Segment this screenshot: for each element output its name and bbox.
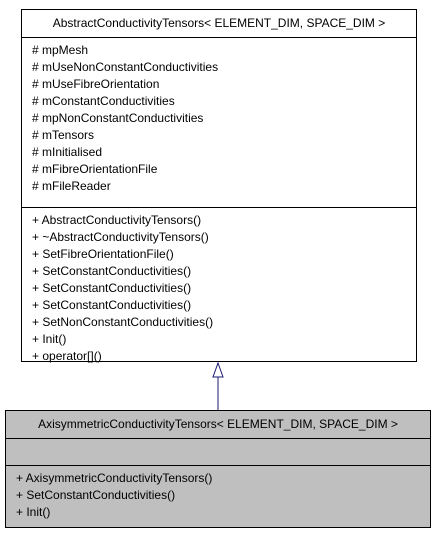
derived-class-operations: + AxisymmetricConductivityTensors() + Se… (6, 466, 430, 521)
inheritance-arrowhead-icon (212, 361, 224, 378)
operation-item: + SetConstantConductivities() (16, 488, 176, 502)
operation-item: + AxisymmetricConductivityTensors() (16, 471, 213, 485)
derived-class-attributes (6, 439, 430, 466)
derived-class-title-section: AxisymmetricConductivityTensors< ELEMENT… (6, 411, 430, 439)
derived-class-title: AxisymmetricConductivityTensors< ELEMENT… (38, 417, 398, 431)
derived-class-box[interactable]: AxisymmetricConductivityTensors< ELEMENT… (5, 410, 431, 528)
operation-item: + Init() (16, 505, 51, 519)
